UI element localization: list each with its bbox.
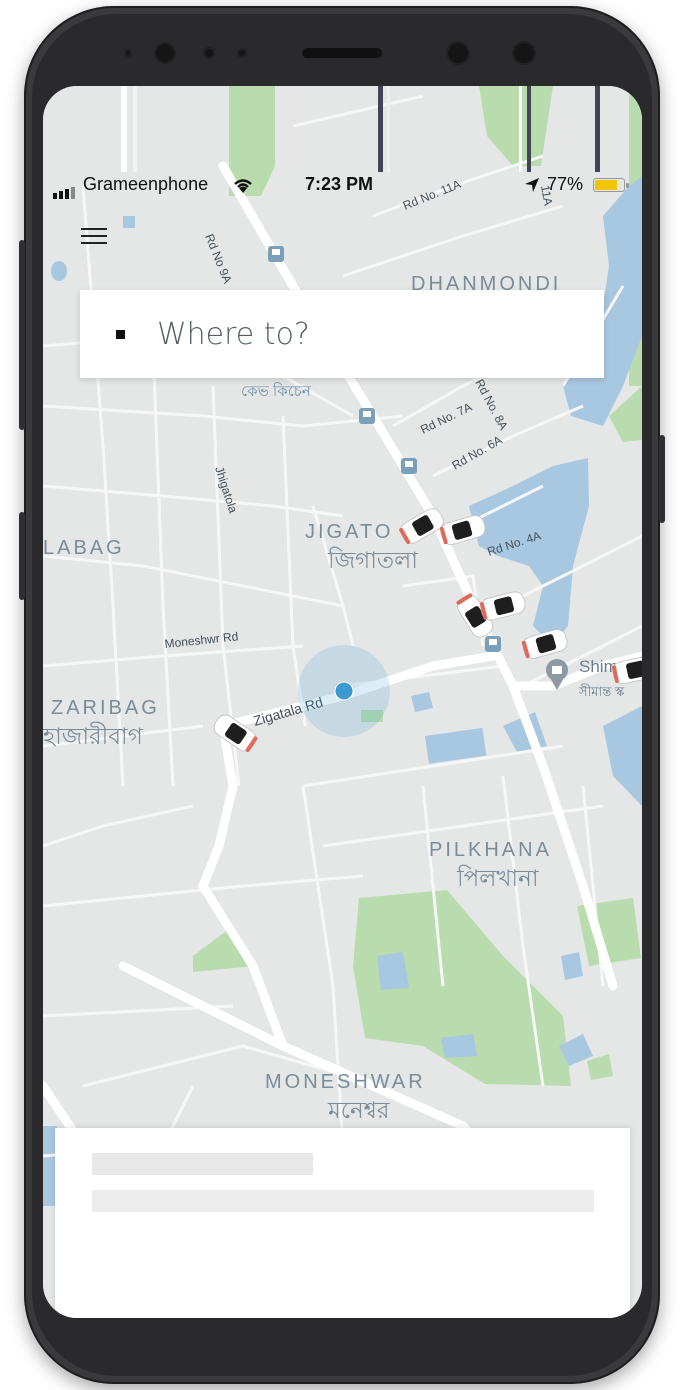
svg-text:সীমান্ত স্ক: সীমান্ত স্ক xyxy=(578,684,625,699)
iris-camera xyxy=(512,41,536,65)
hamburger-icon xyxy=(81,228,107,230)
svg-text:পিলখানা: পিলখানা xyxy=(456,865,539,891)
svg-text:LABAG: LABAG xyxy=(43,537,125,559)
earpiece-speaker xyxy=(302,48,382,58)
svg-text:কেভ কিচেন: কেভ কিচেন xyxy=(241,382,312,400)
svg-text:জিগাতলা: জিগাতলা xyxy=(327,547,418,573)
svg-text:MONESHWAR: MONESHWAR xyxy=(265,1071,426,1093)
svg-text:PILKHANA: PILKHANA xyxy=(429,839,552,861)
status-bar: Grameenphone 7:23 PM 77% xyxy=(43,170,642,200)
loading-placeholder-line xyxy=(92,1190,594,1212)
wifi-icon xyxy=(234,179,252,193)
clock: 7:23 PM xyxy=(305,174,374,194)
svg-text:হাজারীবাগ: হাজারীবাগ xyxy=(43,722,144,749)
search-placeholder[interactable]: Where to? xyxy=(157,317,310,352)
svg-text:ZARIBAG: ZARIBAG xyxy=(51,697,160,719)
destination-square-icon xyxy=(116,329,125,339)
cellular-signal-icon xyxy=(53,178,77,199)
svg-text:Shim: Shim xyxy=(579,657,618,676)
where-to-search-bar[interactable]: Where to? xyxy=(80,290,604,378)
bottom-sheet[interactable] xyxy=(55,1128,630,1318)
front-camera xyxy=(154,42,176,64)
app-screen: DHANMONDI JIGATO LABAG ZARIBAG PILKHANA … xyxy=(43,86,642,1318)
side-button-volume-down xyxy=(19,512,25,600)
sensor xyxy=(237,48,247,58)
battery-percent: 77% xyxy=(547,174,584,194)
iris-camera xyxy=(446,41,470,65)
menu-button[interactable] xyxy=(81,226,111,248)
location-arrow-icon xyxy=(525,178,539,192)
hamburger-icon xyxy=(81,235,107,237)
carrier-name: Grameenphone xyxy=(83,174,209,194)
svg-text:মনেশ্বর: মনেশ্বর xyxy=(327,1097,390,1123)
user-location-icon xyxy=(298,645,390,737)
battery-icon xyxy=(593,178,629,192)
loading-placeholder-line xyxy=(92,1153,313,1175)
svg-text:JIGATO: JIGATO xyxy=(305,521,393,543)
side-button-power xyxy=(659,435,665,523)
sensor xyxy=(124,49,132,57)
hamburger-icon xyxy=(81,242,107,244)
side-button-volume-up xyxy=(19,240,25,430)
sensor xyxy=(203,47,215,59)
